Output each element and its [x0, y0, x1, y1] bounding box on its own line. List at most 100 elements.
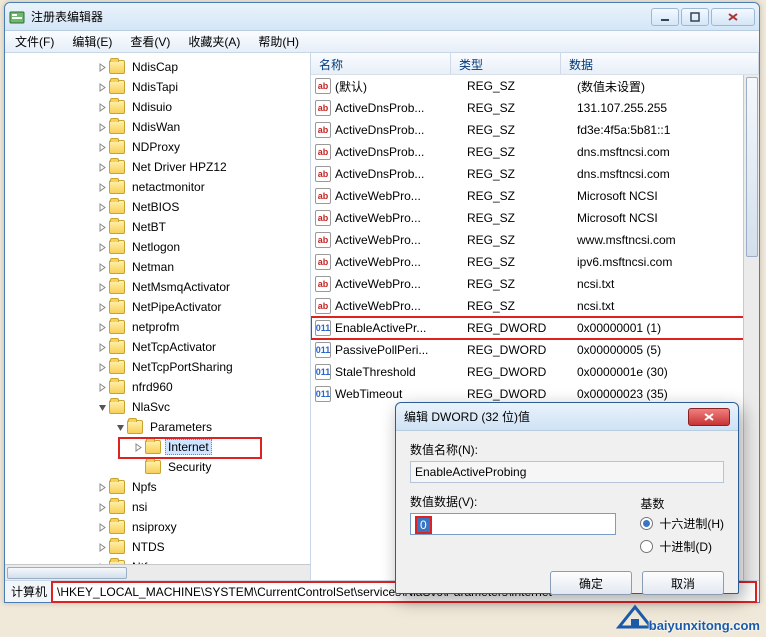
- dword-value-icon: 011: [315, 386, 331, 402]
- value-data: ncsi.txt: [577, 277, 759, 291]
- menu-edit[interactable]: 编辑(E): [66, 31, 118, 52]
- expand-icon[interactable]: [95, 63, 109, 72]
- expand-icon[interactable]: [95, 123, 109, 132]
- col-data[interactable]: 数据: [561, 53, 759, 74]
- value-name-field: EnableActiveProbing: [410, 461, 724, 483]
- value-row[interactable]: abActiveDnsProb...REG_SZdns.msftncsi.com: [311, 141, 759, 163]
- expand-icon[interactable]: [95, 543, 109, 552]
- expand-icon[interactable]: [95, 383, 109, 392]
- tree-item-label: nfrd960: [129, 379, 176, 395]
- expand-icon[interactable]: [95, 503, 109, 512]
- value-type: REG_SZ: [467, 167, 577, 181]
- tree-item[interactable]: NetTcpPortSharing: [5, 357, 310, 377]
- tree-item[interactable]: Parameters: [5, 417, 310, 437]
- list-header[interactable]: 名称 类型 数据: [311, 53, 759, 75]
- list-vscrollbar[interactable]: [743, 75, 759, 580]
- expand-icon[interactable]: [95, 103, 109, 112]
- tree-item[interactable]: NlaSvc: [5, 397, 310, 417]
- value-row[interactable]: abActiveWebPro...REG_SZncsi.txt: [311, 273, 759, 295]
- tree-item[interactable]: Netlogon: [5, 237, 310, 257]
- tree-item[interactable]: NetTcpActivator: [5, 337, 310, 357]
- tree-item[interactable]: netprofm: [5, 317, 310, 337]
- expand-icon[interactable]: [95, 483, 109, 492]
- tree-item[interactable]: Security: [5, 457, 310, 477]
- minimize-button[interactable]: [651, 8, 679, 26]
- close-button[interactable]: [711, 8, 755, 26]
- watermark-text: baiyunxitong.com: [649, 618, 760, 633]
- value-data: dns.msftncsi.com: [577, 167, 759, 181]
- tree-item[interactable]: NetMsmqActivator: [5, 277, 310, 297]
- expand-icon[interactable]: [95, 363, 109, 372]
- folder-icon: [109, 60, 125, 74]
- tree-item-label: NetBIOS: [129, 199, 182, 215]
- expand-icon[interactable]: [95, 163, 109, 172]
- tree-item[interactable]: Ndisuio: [5, 97, 310, 117]
- value-row[interactable]: 011PassivePollPeri...REG_DWORD0x00000005…: [311, 339, 759, 361]
- value-row[interactable]: abActiveWebPro...REG_SZMicrosoft NCSI: [311, 185, 759, 207]
- value-row[interactable]: abActiveWebPro...REG_SZncsi.txt: [311, 295, 759, 317]
- value-row[interactable]: abActiveWebPro...REG_SZMicrosoft NCSI: [311, 207, 759, 229]
- tree-item[interactable]: NetPipeActivator: [5, 297, 310, 317]
- tree-item[interactable]: NetBT: [5, 217, 310, 237]
- ok-button[interactable]: 确定: [550, 571, 632, 595]
- col-type[interactable]: 类型: [451, 53, 561, 74]
- expand-icon[interactable]: [95, 203, 109, 212]
- value-row[interactable]: abActiveWebPro...REG_SZwww.msftncsi.com: [311, 229, 759, 251]
- tree-item[interactable]: Ntfs: [5, 557, 310, 564]
- value-data: ncsi.txt: [577, 299, 759, 313]
- tree-item[interactable]: NdisCap: [5, 57, 310, 77]
- expand-icon[interactable]: [95, 143, 109, 152]
- expand-icon[interactable]: [95, 243, 109, 252]
- tree-item-label: netactmonitor: [129, 179, 208, 195]
- tree-item[interactable]: NetBIOS: [5, 197, 310, 217]
- expand-icon[interactable]: [95, 323, 109, 332]
- expand-icon[interactable]: [95, 223, 109, 232]
- tree-hscrollbar[interactable]: [5, 564, 310, 580]
- radio-hex[interactable]: 十六进制(H): [640, 515, 724, 532]
- tree-item[interactable]: NdisWan: [5, 117, 310, 137]
- menu-help[interactable]: 帮助(H): [252, 31, 305, 52]
- value-data-input[interactable]: 0: [410, 513, 616, 535]
- expand-icon[interactable]: [95, 83, 109, 92]
- value-row[interactable]: abActiveDnsProb...REG_SZdns.msftncsi.com: [311, 163, 759, 185]
- expand-icon[interactable]: [95, 283, 109, 292]
- value-row[interactable]: abActiveDnsProb...REG_SZfd3e:4f5a:5b81::…: [311, 119, 759, 141]
- tree-item-label: Netlogon: [129, 239, 183, 255]
- tree-item[interactable]: Netman: [5, 257, 310, 277]
- tree-item[interactable]: netactmonitor: [5, 177, 310, 197]
- cancel-button[interactable]: 取消: [642, 571, 724, 595]
- expand-icon[interactable]: [95, 183, 109, 192]
- value-row[interactable]: abActiveWebPro...REG_SZipv6.msftncsi.com: [311, 251, 759, 273]
- tree-item[interactable]: NdisTapi: [5, 77, 310, 97]
- value-row[interactable]: 011StaleThresholdREG_DWORD0x0000001e (30…: [311, 361, 759, 383]
- tree-pane[interactable]: NdisCapNdisTapiNdisuioNdisWanNDProxyNet …: [5, 53, 311, 580]
- menu-view[interactable]: 查看(V): [124, 31, 176, 52]
- tree-item[interactable]: nsiproxy: [5, 517, 310, 537]
- tree-item[interactable]: NTDS: [5, 537, 310, 557]
- expand-icon[interactable]: [95, 303, 109, 312]
- dialog-titlebar[interactable]: 编辑 DWORD (32 位)值: [396, 403, 738, 431]
- tree-item[interactable]: Npfs: [5, 477, 310, 497]
- dword-value-icon: 011: [315, 342, 331, 358]
- expand-icon[interactable]: [95, 343, 109, 352]
- expand-icon[interactable]: [113, 423, 127, 432]
- tree-item-label: NetMsmqActivator: [129, 279, 233, 295]
- titlebar[interactable]: 注册表编辑器: [5, 3, 759, 31]
- value-row[interactable]: ab(默认)REG_SZ(数值未设置): [311, 75, 759, 97]
- expand-icon[interactable]: [95, 523, 109, 532]
- expand-icon[interactable]: [95, 403, 109, 412]
- tree-item[interactable]: nsi: [5, 497, 310, 517]
- value-row[interactable]: abActiveDnsProb...REG_SZ131.107.255.255: [311, 97, 759, 119]
- dialog-close-button[interactable]: [688, 408, 730, 426]
- tree-item[interactable]: NDProxy: [5, 137, 310, 157]
- value-row[interactable]: 011EnableActivePr...REG_DWORD0x00000001 …: [311, 317, 759, 339]
- maximize-button[interactable]: [681, 8, 709, 26]
- menu-favorites[interactable]: 收藏夹(A): [182, 31, 246, 52]
- tree-item[interactable]: Net Driver HPZ12: [5, 157, 310, 177]
- tree-item[interactable]: nfrd960: [5, 377, 310, 397]
- radio-dec[interactable]: 十进制(D): [640, 538, 724, 555]
- col-name[interactable]: 名称: [311, 53, 451, 74]
- tree-item-label: nsi: [129, 499, 150, 515]
- expand-icon[interactable]: [95, 263, 109, 272]
- menu-file[interactable]: 文件(F): [9, 31, 60, 52]
